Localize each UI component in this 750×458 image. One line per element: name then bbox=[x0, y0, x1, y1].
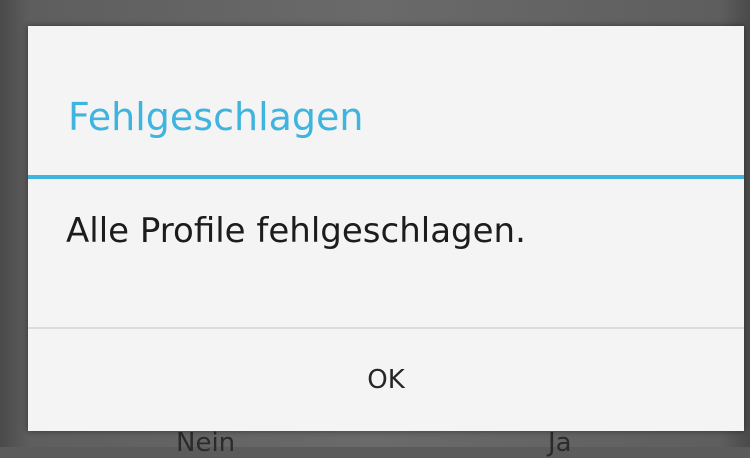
background-yes-button: Ja bbox=[548, 428, 572, 458]
background-dialog-buttons: Nein Ja bbox=[0, 430, 750, 456]
background-no-button: Nein bbox=[176, 428, 236, 458]
ok-button[interactable]: OK bbox=[28, 329, 744, 431]
title-divider bbox=[28, 175, 744, 179]
dialog-message: Alle Profile fehlgeschlagen. bbox=[66, 211, 526, 251]
alert-dialog: Fehlgeschlagen Alle Profile fehlgeschlag… bbox=[28, 26, 744, 431]
dialog-title: Fehlgeschlagen bbox=[68, 95, 364, 139]
